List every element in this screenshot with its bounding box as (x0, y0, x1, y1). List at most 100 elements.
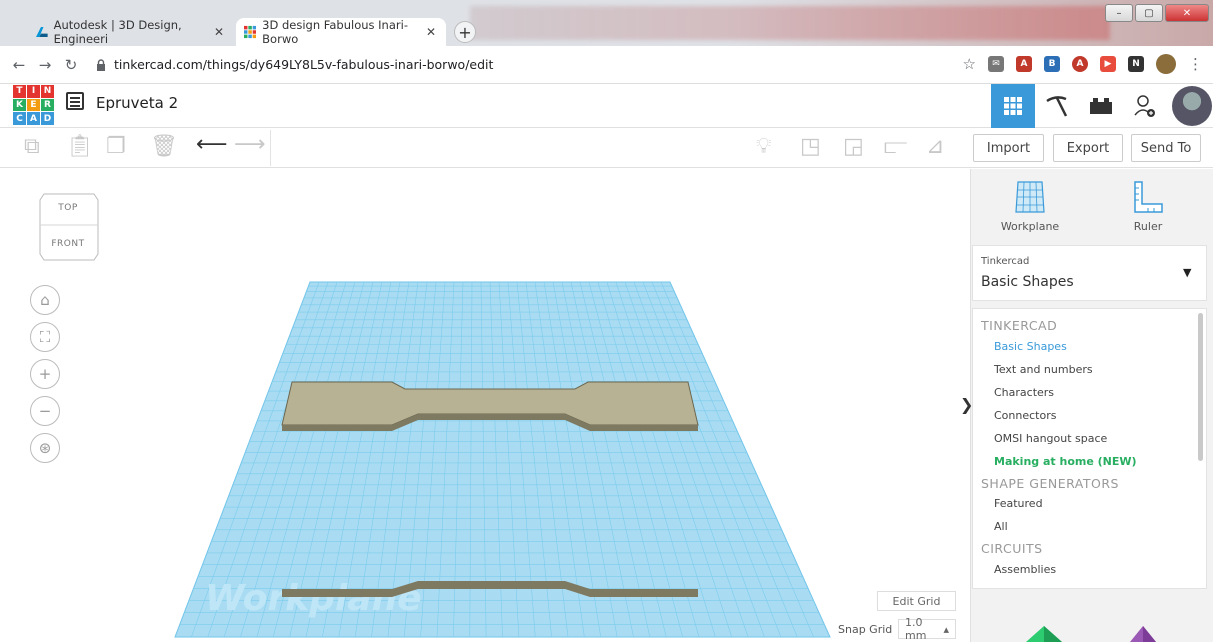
extension-icon[interactable]: ✉ (988, 56, 1004, 72)
list-item-text-and-numbers[interactable]: Text and numbers (994, 363, 1093, 376)
paste-icon[interactable]: 📋︎ (66, 134, 94, 159)
list-item-omsi-hangout-space[interactable]: OMSI hangout space (994, 432, 1107, 445)
ungroup-icon[interactable]: ◲ (843, 134, 864, 159)
list-item-featured[interactable]: Featured (994, 497, 1043, 510)
browser-menu-icon[interactable]: ⋮ (1188, 55, 1203, 73)
view-cube[interactable]: TOP FRONT (38, 189, 99, 261)
section-header-tinkercad: TINKERCAD (981, 318, 1058, 333)
dropdown-caret-icon: ▼ (1183, 266, 1192, 279)
delete-icon[interactable]: 🗑︎ (150, 134, 178, 159)
brick-icon[interactable] (1079, 84, 1123, 128)
tab-title: Autodesk | 3D Design, Engineeri (53, 18, 182, 46)
adblock-icon[interactable]: A (1072, 56, 1088, 72)
new-tab-button[interactable]: + (454, 21, 476, 43)
list-item-characters[interactable]: Characters (994, 386, 1054, 399)
close-tab-icon[interactable]: ✕ (214, 25, 224, 39)
orthographic-view-icon[interactable]: ⊛ (30, 433, 60, 463)
add-user-icon[interactable] (1123, 84, 1167, 128)
send-to-button[interactable]: Send To (1131, 134, 1201, 162)
extension-icon[interactable]: N (1128, 56, 1144, 72)
lock-icon (97, 58, 105, 71)
logo-letter: R (41, 98, 54, 112)
purple-pyramid-shape-thumbnail[interactable] (1128, 624, 1158, 642)
section-header-circuits: CIRCUITS (981, 541, 1043, 556)
url-text: tinkercad.com/things/dy649LY8L5v-fabulou… (114, 57, 494, 72)
background-window (470, 6, 1110, 40)
logo-letter: D (41, 112, 54, 125)
logo-letter: T (13, 85, 26, 98)
browser-tab-tinkercad[interactable]: 3D design Fabulous Inari-Borwo ✕ (236, 18, 446, 46)
3d-viewport[interactable]: Workplane (0, 169, 970, 642)
lightbulb-icon[interactable]: 💡︎ (756, 134, 771, 159)
browser-tab-autodesk[interactable]: Autodesk | 3D Design, Engineeri ✕ (28, 18, 234, 46)
align-icon[interactable]: ⫍ (884, 134, 907, 159)
zoom-in-icon[interactable]: + (30, 359, 60, 389)
redo-icon[interactable]: ⟶ (234, 132, 266, 157)
toolbar-divider (270, 130, 271, 166)
logo-letter: C (13, 112, 26, 125)
workplane-label: Workplane (1000, 220, 1060, 233)
list-item-making-at-home[interactable]: Making at home (NEW) (994, 455, 1137, 468)
home-view-icon[interactable]: ⌂ (30, 285, 60, 315)
url-field[interactable]: tinkercad.com/things/dy649LY8L5v-fabulou… (96, 57, 493, 72)
list-scrollbar[interactable] (1198, 313, 1203, 461)
mirror-icon[interactable]: ⊿ (926, 134, 944, 159)
collapse-panel-chevron-icon[interactable]: ❯ (960, 395, 973, 425)
user-avatar[interactable] (1172, 86, 1212, 126)
fit-view-icon[interactable]: ⛶ (30, 322, 60, 352)
snap-grid-select[interactable]: 1.0 mm ▴ (898, 616, 956, 642)
library-selected: Basic Shapes (981, 274, 1074, 290)
design-title[interactable]: Epruveta 2 (96, 94, 178, 112)
back-arrow-icon[interactable]: ← (6, 56, 32, 74)
profile-avatar[interactable] (1156, 54, 1176, 74)
pdf-extension-icon[interactable]: A (1016, 56, 1032, 72)
view-mode-buttons (991, 84, 1167, 128)
logo-letter: K (13, 98, 26, 112)
tinkercad-favicon-icon (244, 25, 257, 39)
close-window-button[interactable]: ✕ (1165, 4, 1209, 22)
design-menu-icon[interactable] (66, 92, 84, 110)
edit-grid-button[interactable]: Edit Grid (877, 591, 956, 611)
library-source: Tinkercad (981, 256, 1030, 267)
minimize-button[interactable]: – (1105, 4, 1133, 22)
extension-icon[interactable]: B (1044, 56, 1060, 72)
ruler-tool[interactable] (1132, 180, 1164, 217)
copy-icon[interactable]: ⧉ (24, 134, 40, 159)
workplane-icon (1015, 181, 1045, 213)
ruler-label: Ruler (1133, 220, 1163, 233)
ruler-icon (1134, 181, 1163, 213)
tinkercad-logo[interactable]: T I N K E R C A D (12, 84, 54, 126)
extension-icon[interactable]: ▶ (1100, 56, 1116, 72)
pickaxe-icon[interactable] (1035, 84, 1079, 128)
list-item-connectors[interactable]: Connectors (994, 409, 1056, 422)
workplane-tool[interactable] (1014, 180, 1046, 217)
extension-icons: ☆ ✉ A B A ▶ N ⋮ (963, 54, 1203, 74)
logo-letter: A (27, 112, 40, 125)
logo-letter: I (27, 85, 40, 98)
list-item-assemblies[interactable]: Assemblies (994, 563, 1056, 576)
address-bar-row: ← → ↻ tinkercad.com/things/dy649LY8L5v-f… (0, 46, 1213, 84)
group-icon[interactable]: ◳ (800, 134, 821, 159)
duplicate-icon[interactable]: ❐ (106, 134, 126, 159)
reload-icon[interactable]: ↻ (58, 56, 84, 74)
autodesk-logo-icon (36, 27, 48, 37)
library-dropdown[interactable]: Tinkercad Basic Shapes ▼ (972, 245, 1207, 301)
list-item-all[interactable]: All (994, 520, 1008, 533)
export-button[interactable]: Export (1053, 134, 1123, 162)
bookmark-star-icon[interactable]: ☆ (963, 55, 976, 73)
zoom-out-icon[interactable]: − (30, 396, 60, 426)
close-tab-icon[interactable]: ✕ (426, 25, 436, 39)
window-controls: – ▢ ✕ (1105, 4, 1209, 22)
forward-arrow-icon[interactable]: → (32, 56, 58, 74)
undo-icon[interactable]: ⟵ (196, 132, 228, 157)
maximize-button[interactable]: ▢ (1135, 4, 1163, 22)
import-button[interactable]: Import (973, 134, 1044, 162)
view-cube-top-label: TOP (58, 203, 78, 213)
list-item-basic-shapes[interactable]: Basic Shapes (994, 340, 1067, 353)
green-roof-shape-thumbnail[interactable] (1024, 624, 1064, 642)
view-cube-front-label: FRONT (51, 239, 85, 249)
tab-title: 3D design Fabulous Inari-Borwo (262, 18, 408, 46)
grid-view-icon[interactable] (991, 84, 1035, 128)
snap-grid-value: 1.0 mm (905, 616, 927, 642)
specimen-shape[interactable] (0, 169, 970, 642)
